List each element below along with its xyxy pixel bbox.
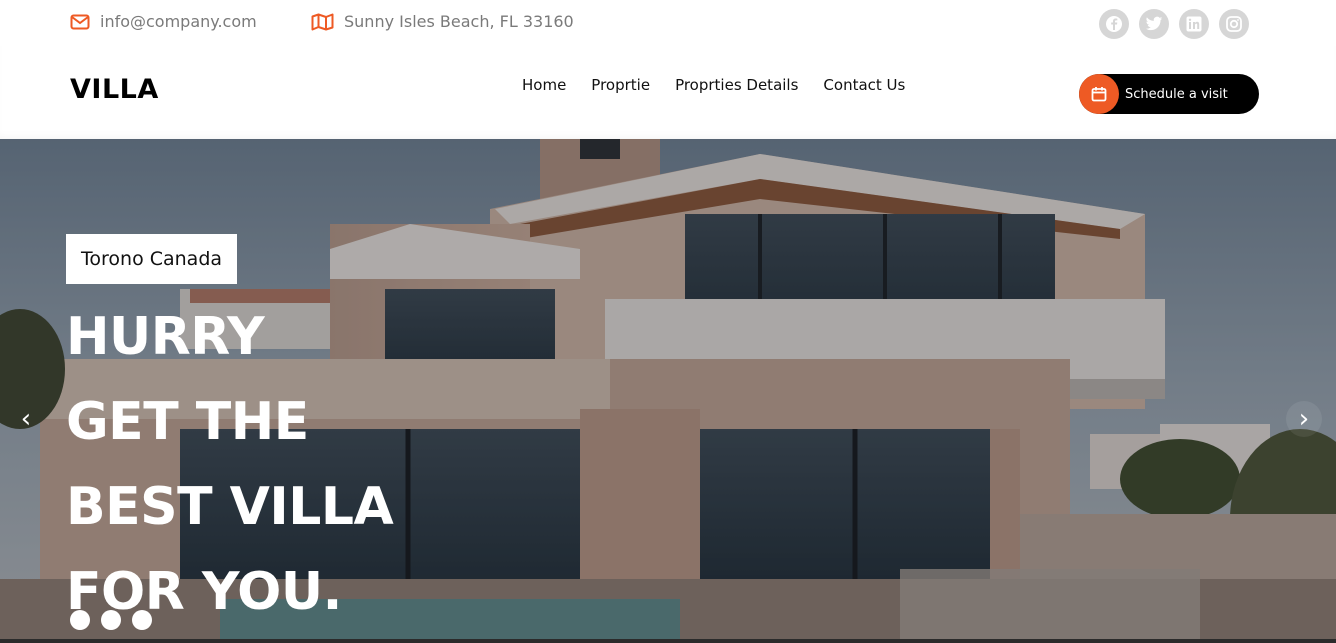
hero-headline: HURRY GET THE BEST VILLA FOR YOU.	[66, 295, 394, 635]
top-contact-bar: info@company.com Sunny Isles Beach, FL 3…	[0, 0, 1336, 46]
instagram-icon[interactable]	[1219, 9, 1249, 39]
nav-item-property-details[interactable]: Proprties Details	[675, 76, 798, 94]
hero-slider: Torono Canada HURRY GET THE BEST VILLA F…	[0, 139, 1336, 643]
main-navbar: VILLA Home Proprtie Proprties Details Co…	[0, 46, 1336, 139]
slide-dot[interactable]	[132, 610, 152, 630]
twitter-icon[interactable]	[1139, 9, 1169, 39]
email-contact[interactable]: info@company.com	[70, 12, 257, 31]
address-text: Sunny Isles Beach, FL 33160	[344, 12, 574, 31]
nav-item-home[interactable]: Home	[522, 76, 566, 94]
location-tag: Torono Canada	[66, 234, 238, 284]
headline-line: GET THE	[66, 392, 309, 452]
headline-line: BEST VILLA	[66, 477, 394, 537]
map-icon	[311, 13, 334, 31]
schedule-visit-label: Schedule a visit	[1125, 86, 1228, 102]
chevron-left-icon[interactable]: ‹	[8, 401, 44, 437]
slider-pagination	[70, 610, 152, 630]
slide-dot[interactable]	[70, 610, 90, 630]
facebook-icon[interactable]	[1099, 9, 1129, 39]
chevron-right-icon[interactable]: ›	[1286, 401, 1322, 437]
hero-bottom-strip	[0, 639, 1336, 643]
headline-line: HURRY	[66, 307, 265, 367]
main-menu: Home Proprtie Proprties Details Contact …	[522, 76, 905, 94]
nav-item-contact-us[interactable]: Contact Us	[823, 76, 905, 94]
calendar-icon	[1079, 74, 1119, 114]
address-contact: Sunny Isles Beach, FL 33160	[311, 12, 574, 31]
email-text: info@company.com	[100, 12, 257, 31]
linkedin-icon[interactable]	[1179, 9, 1209, 39]
nav-item-properties[interactable]: Proprtie	[591, 76, 650, 94]
social-links	[1099, 9, 1249, 39]
slide-dot[interactable]	[101, 610, 121, 630]
site-logo[interactable]: VILLA	[70, 74, 159, 105]
envelope-icon	[70, 14, 90, 30]
schedule-visit-button[interactable]: Schedule a visit	[1079, 74, 1259, 114]
